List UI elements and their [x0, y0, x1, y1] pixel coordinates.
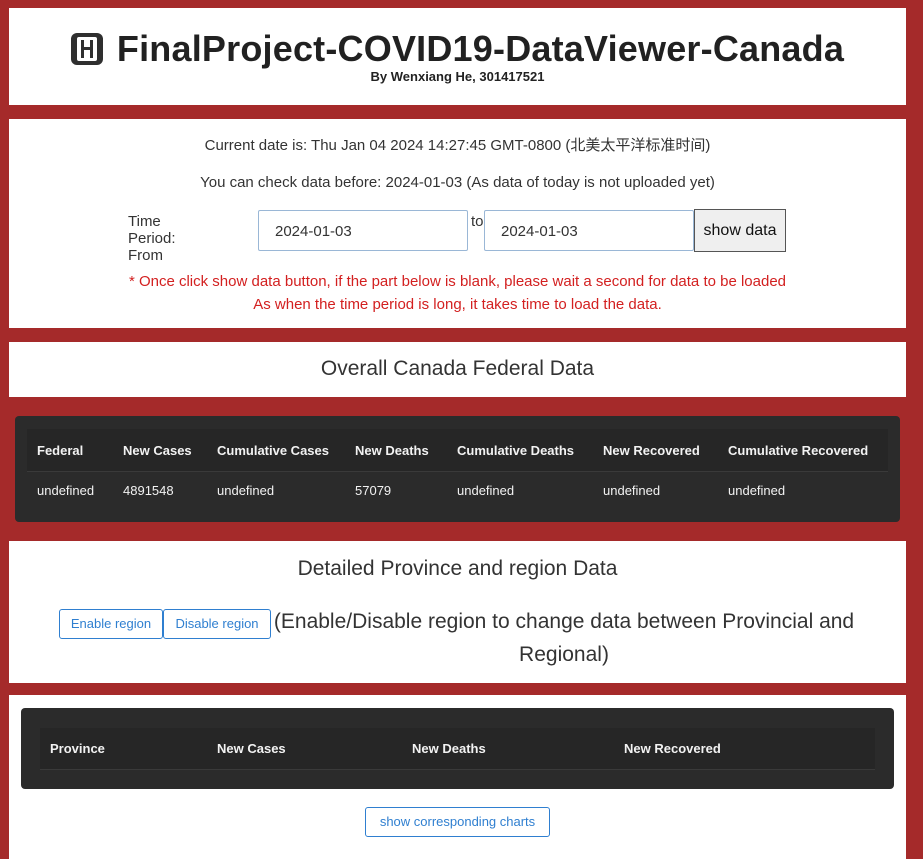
title-row: FinalProject-COVID19-DataViewer-Canada	[9, 28, 906, 70]
h-square-icon	[70, 33, 103, 65]
from-date-input[interactable]: 2024-01-03	[258, 210, 468, 251]
col-province-new-cases: New Cases	[217, 741, 286, 756]
cell-cumulative-cases: undefined	[217, 483, 275, 498]
col-new-deaths: New Deaths	[355, 443, 429, 458]
col-cumulative-deaths: Cumulative Deaths	[457, 443, 575, 458]
region-toggle-note: (Enable/Disable region to change data be…	[273, 610, 855, 666]
col-province-new-deaths: New Deaths	[412, 741, 486, 756]
province-data-table: Province New Cases New Deaths New Recove…	[21, 708, 894, 789]
author-byline: By Wenxiang He, 301417521	[370, 69, 545, 84]
col-province: Province	[50, 741, 105, 756]
loading-warning-2: As when the time period is long, it take…	[253, 296, 662, 313]
to-date-input[interactable]: 2024-01-03	[484, 210, 694, 251]
col-federal: Federal	[37, 443, 84, 458]
to-label: to	[471, 213, 484, 230]
col-new-recovered: New Recovered	[603, 443, 700, 458]
col-new-cases: New Cases	[123, 443, 192, 458]
province-header-row: Province New Cases New Deaths New Recove…	[40, 728, 875, 770]
cell-cumulative-recovered: undefined	[728, 483, 786, 498]
federal-data-table: Federal New Cases Cumulative Cases New D…	[15, 416, 900, 522]
province-section: Province New Cases New Deaths New Recove…	[9, 695, 906, 859]
enable-region-button[interactable]: Enable region	[59, 609, 163, 639]
detail-title: Detailed Province and region Data	[297, 557, 618, 580]
detail-section: Detailed Province and region Data Enable…	[9, 541, 906, 683]
current-date-text: Current date is: Thu Jan 04 2024 14:27:4…	[204, 137, 711, 154]
disable-region-button[interactable]: Disable region	[163, 609, 271, 639]
table-header-row: Federal New Cases Cumulative Cases New D…	[27, 429, 888, 472]
show-charts-button[interactable]: show corresponding charts	[365, 807, 550, 837]
cell-cumulative-deaths: undefined	[457, 483, 515, 498]
cell-new-recovered: undefined	[603, 483, 661, 498]
date-panel: Current date is: Thu Jan 04 2024 14:27:4…	[9, 119, 906, 328]
check-before-text: You can check data before: 2024-01-03 (A…	[200, 174, 715, 191]
cell-federal: undefined	[37, 483, 95, 498]
table-row: undefined 4891548 undefined 57079 undefi…	[27, 472, 888, 510]
page-title: FinalProject-COVID19-DataViewer-Canada	[116, 28, 845, 69]
from-label: Time Period: From	[128, 213, 176, 264]
header-panel: FinalProject-COVID19-DataViewer-Canada B…	[9, 8, 906, 105]
show-data-button[interactable]: show data	[694, 209, 786, 252]
col-cumulative-cases: Cumulative Cases	[217, 443, 329, 458]
col-province-new-recovered: New Recovered	[624, 741, 721, 756]
cell-new-deaths: 57079	[355, 483, 392, 498]
overall-section: Overall Canada Federal Data	[9, 342, 906, 397]
loading-warning-1: * Once click show data button, if the pa…	[128, 273, 787, 290]
col-cumulative-recovered: Cumulative Recovered	[728, 443, 869, 458]
overall-title: Overall Canada Federal Data	[320, 357, 595, 380]
cell-new-cases: 4891548	[123, 483, 174, 498]
